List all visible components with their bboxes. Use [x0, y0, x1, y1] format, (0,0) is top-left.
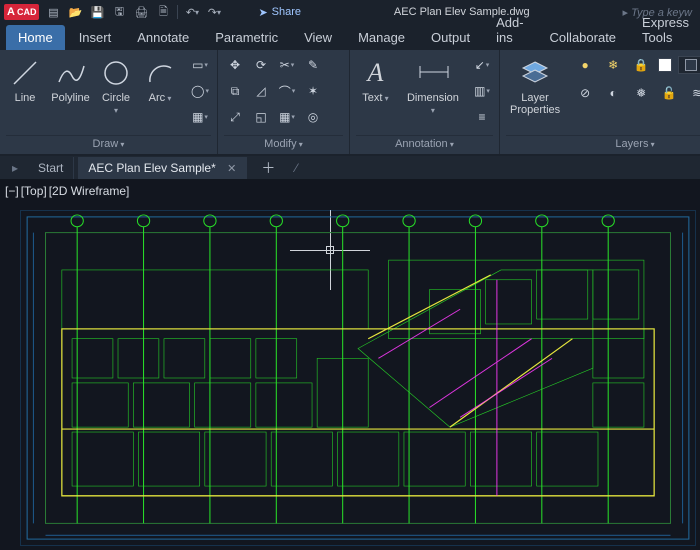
tab-annotate[interactable]: Annotate: [125, 25, 201, 50]
undo-icon[interactable]: ↶: [184, 4, 200, 20]
viewport-restore-button[interactable]: [−]: [4, 184, 20, 198]
ribbon-tabstrip: Home Insert Annotate Parametric View Man…: [0, 24, 700, 50]
array-icon[interactable]: ▦: [276, 106, 298, 128]
tab-expresstools[interactable]: Express Tools: [630, 10, 700, 50]
circle-icon: [100, 56, 132, 90]
tab-parametric[interactable]: Parametric: [203, 25, 290, 50]
text-label: Text: [362, 92, 388, 104]
viewport-view-button[interactable]: [Top]: [20, 184, 48, 198]
layer-thaw-icon[interactable]: ❅: [630, 82, 652, 104]
paper-plane-icon: ➤: [258, 6, 267, 19]
copy-icon[interactable]: ⧉: [224, 80, 246, 102]
qat-separator: [177, 5, 178, 19]
rotate-icon[interactable]: ⟳: [250, 54, 272, 76]
redo-icon[interactable]: ↷: [206, 4, 222, 20]
line-icon: [9, 56, 41, 90]
circle-label: Circle: [101, 92, 131, 116]
publish-web-icon[interactable]: 🖨: [133, 4, 149, 20]
share-button[interactable]: ➤ Share: [258, 6, 301, 19]
panel-modify: ✥ ⟳ ✂ ✎ ⧉ ◿ ⌒ ✶ ⤢ ◱ ▦ ◎ Modify: [218, 50, 350, 154]
file-tab-bar: ▸ Start AEC Plan Elev Sample* ✕ ＋ ⁄: [0, 156, 700, 180]
file-tab-start[interactable]: Start: [28, 157, 74, 179]
dimension-label: Dimension: [405, 92, 461, 116]
fillet-icon[interactable]: ⌒: [276, 80, 298, 102]
line-label: Line: [15, 92, 36, 104]
panel-draw-title[interactable]: Draw: [6, 135, 211, 152]
arc-button[interactable]: Arc: [141, 54, 179, 106]
tab-insert[interactable]: Insert: [67, 25, 124, 50]
layer-unlock-icon[interactable]: 🔓: [658, 82, 680, 104]
share-label: Share: [272, 6, 301, 18]
viewport-visualstyle-button[interactable]: [2D Wireframe]: [48, 184, 131, 198]
plot-icon[interactable]: 🗎: [155, 4, 171, 20]
text-icon: A: [359, 56, 391, 90]
panel-annotation: A Text Dimension ↙ ▥ ≡ Annotation: [350, 50, 500, 154]
arc-icon: [144, 56, 176, 90]
file-tab-active-label: AEC Plan Elev Sample*: [88, 161, 215, 175]
dimension-button[interactable]: Dimension: [401, 54, 465, 118]
panel-layers-title[interactable]: Layers: [506, 135, 700, 152]
panel-annotation-title[interactable]: Annotation: [356, 135, 493, 152]
quick-access-toolbar: ▤ 📂 💾 🖫 🖨 🗎 ↶ ↷: [45, 4, 222, 20]
tab-home[interactable]: Home: [6, 25, 65, 50]
layer-properties-button[interactable]: Layer Properties: [506, 54, 564, 118]
polyline-button[interactable]: Polyline: [50, 54, 91, 106]
model-viewport[interactable]: [−] [Top] [2D Wireframe]: [0, 180, 700, 550]
mirror-icon[interactable]: ◿: [250, 80, 272, 102]
dimension-icon: [417, 56, 449, 90]
layer-isolate-icon[interactable]: ◐: [602, 82, 624, 104]
layer-properties-label: Layer Properties: [510, 92, 560, 116]
tab-addins[interactable]: Add-ins: [484, 10, 535, 50]
new-icon[interactable]: ▤: [45, 4, 61, 20]
viewport-controls[interactable]: [−] [Top] [2D Wireframe]: [4, 184, 130, 198]
tab-manage[interactable]: Manage: [346, 25, 417, 50]
scale-icon[interactable]: ◱: [250, 106, 272, 128]
panel-layers: Layer Properties ● ❄ 🔒 TEXT ⊘ ◐ ❅ 🔓 ≋ ↺: [500, 50, 700, 154]
tab-view[interactable]: View: [292, 25, 344, 50]
layer-off-icon[interactable]: ⊘: [574, 82, 596, 104]
erase-icon[interactable]: ✎: [302, 54, 324, 76]
explode-icon[interactable]: ✶: [302, 80, 324, 102]
polyline-label: Polyline: [51, 92, 90, 104]
trim-icon[interactable]: ✂: [276, 54, 298, 76]
panel-modify-title[interactable]: Modify: [224, 135, 343, 152]
saveas-icon[interactable]: 🖫: [111, 4, 127, 20]
layer-color-swatch[interactable]: [658, 58, 672, 72]
layer-stack-icon: [519, 56, 551, 90]
leader-icon[interactable]: ↙: [471, 54, 493, 76]
panel-draw: Line Polyline Circle Arc ▭ ◯ ▦ Draw: [0, 50, 218, 154]
document-title: AEC Plan Elev Sample.dwg: [307, 6, 616, 18]
ellipse-icon[interactable]: ◯: [189, 80, 211, 102]
text-button[interactable]: A Text: [356, 54, 395, 106]
stretch-icon[interactable]: ⤢: [224, 106, 246, 128]
mtext-icon[interactable]: ≡: [471, 106, 493, 128]
filetabs-expand-icon[interactable]: ▸: [6, 161, 24, 175]
polyline-icon: [55, 56, 87, 90]
line-button[interactable]: Line: [6, 54, 44, 106]
layer-name-dropdown[interactable]: TEXT: [678, 56, 700, 74]
open-icon[interactable]: 📂: [67, 4, 83, 20]
layer-match-icon[interactable]: ≋: [686, 82, 700, 104]
tab-output[interactable]: Output: [419, 25, 482, 50]
save-icon[interactable]: 💾: [89, 4, 105, 20]
file-tab-active[interactable]: AEC Plan Elev Sample* ✕: [78, 157, 247, 179]
title-bar: CAD ▤ 📂 💾 🖫 🖨 🗎 ↶ ↷ ➤ Share AEC Plan Ele…: [0, 0, 700, 24]
drawing-content: [20, 210, 696, 546]
hatch-icon[interactable]: ▦: [189, 106, 211, 128]
arc-label: Arc: [149, 92, 172, 104]
layer-lock-icon[interactable]: 🔒: [630, 54, 652, 76]
rectangle-icon[interactable]: ▭: [189, 54, 211, 76]
close-tab-icon[interactable]: ✕: [227, 163, 236, 175]
layer-bulb-on-icon[interactable]: ●: [574, 54, 596, 76]
filetabs-overflow-icon[interactable]: ⁄: [295, 161, 297, 175]
move-icon[interactable]: ✥: [224, 54, 246, 76]
app-menu-button[interactable]: CAD: [4, 4, 39, 20]
tab-collaborate[interactable]: Collaborate: [538, 25, 629, 50]
offset-icon[interactable]: ◎: [302, 106, 324, 128]
new-tab-button[interactable]: ＋: [251, 154, 285, 182]
layer-freeze-icon[interactable]: ❄: [602, 54, 624, 76]
ribbon: Line Polyline Circle Arc ▭ ◯ ▦ Draw: [0, 50, 700, 156]
table-icon[interactable]: ▥: [471, 80, 493, 102]
circle-button[interactable]: Circle: [97, 54, 135, 118]
